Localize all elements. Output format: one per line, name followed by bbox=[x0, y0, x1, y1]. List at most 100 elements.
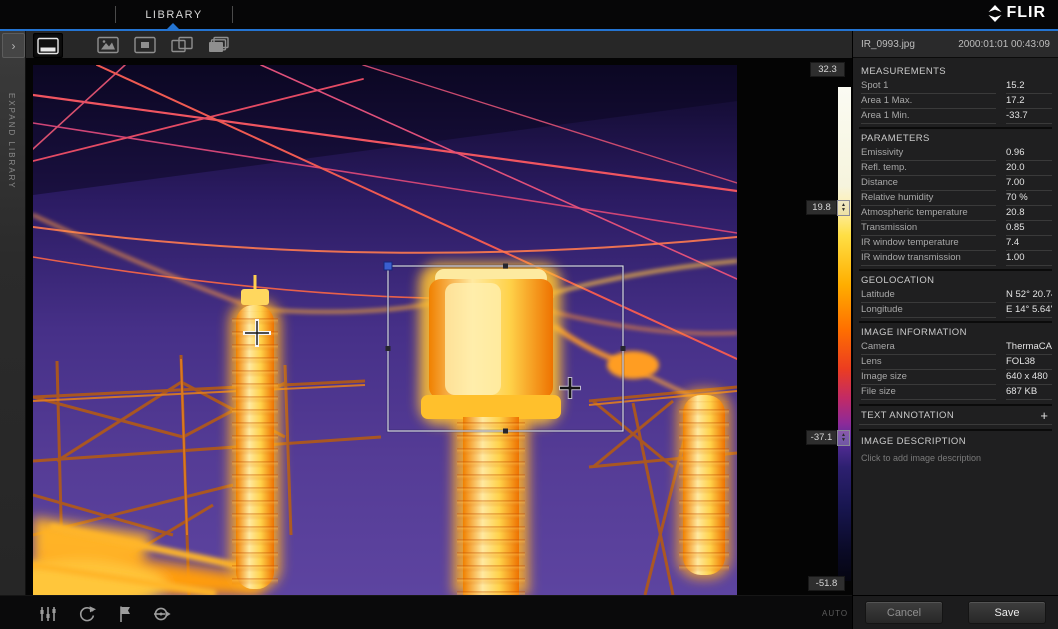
measurement-value: 17.2 bbox=[1006, 95, 1052, 109]
spinner-down-icon: ▼ bbox=[841, 208, 846, 213]
image-info-value: 640 x 480 bbox=[1006, 371, 1052, 385]
add-annotation-button[interactable]: + bbox=[1040, 411, 1050, 421]
locate-icon bbox=[152, 604, 172, 624]
flir-logo-text: FLIR bbox=[1006, 4, 1046, 22]
measurement-label: Spot 1 bbox=[861, 80, 996, 94]
parameter-label: IR window transmission bbox=[861, 252, 996, 266]
parameters-section: PARAMETERS Emissivity 0.96 Refl. temp. 2… bbox=[859, 127, 1052, 266]
table-row: Refl. temp. 20.0 bbox=[859, 161, 1052, 176]
expand-library-button[interactable]: › bbox=[2, 33, 25, 58]
scale-lower-value[interactable]: -37.1 bbox=[806, 430, 837, 445]
rotate-icon bbox=[77, 604, 97, 624]
parameter-label: Distance bbox=[861, 177, 996, 191]
parameter-label: Relative humidity bbox=[861, 192, 996, 206]
picture-in-picture-icon bbox=[133, 36, 157, 54]
image-info-value: ThermaCAM S bbox=[1006, 341, 1052, 355]
area-corner-handle[interactable] bbox=[384, 262, 392, 270]
tab-library-label: LIBRARY bbox=[145, 9, 202, 21]
view-mode-toolbar bbox=[26, 31, 852, 59]
parameters-title: PARAMETERS bbox=[859, 131, 1052, 146]
measurement-value: -33.7 bbox=[1006, 110, 1052, 124]
image-description-input[interactable]: Click to add image description bbox=[861, 453, 1050, 463]
table-row: Lens FOL38 bbox=[859, 355, 1052, 370]
flir-tools-window: LIBRARY FLIR › EXPAND LIBRARY bbox=[0, 0, 1058, 629]
parameter-value[interactable]: 0.85 bbox=[1006, 222, 1052, 236]
table-row: Emissivity 0.96 bbox=[859, 146, 1052, 161]
ir-view-icon bbox=[36, 37, 60, 55]
table-row: File size 687 KB bbox=[859, 385, 1052, 400]
image-info-value: 687 KB bbox=[1006, 386, 1052, 400]
parameter-label: Refl. temp. bbox=[861, 162, 996, 176]
tab-divider bbox=[232, 6, 233, 23]
expand-library-label: EXPAND LIBRARY bbox=[7, 93, 16, 190]
flir-logo: FLIR bbox=[988, 4, 1046, 22]
measurements-section: MEASUREMENTS Spot 1 15.2 Area 1 Max. 17.… bbox=[859, 62, 1052, 124]
parameter-label: Atmospheric temperature bbox=[861, 207, 996, 221]
table-row: IR window temperature 7.4 bbox=[859, 236, 1052, 251]
adjust-button[interactable] bbox=[36, 603, 60, 625]
ir-view-button[interactable] bbox=[33, 33, 63, 58]
image-info-label: File size bbox=[861, 386, 996, 400]
parameter-value[interactable]: 20.0 bbox=[1006, 162, 1052, 176]
image-information-section: IMAGE INFORMATION Camera ThermaCAM S Len… bbox=[859, 321, 1052, 400]
timestamp: 2000:01:01 00:43:09 bbox=[958, 39, 1050, 50]
photo-view-icon bbox=[96, 36, 120, 54]
photo-view-button[interactable] bbox=[94, 33, 122, 56]
table-row: Transmission 0.85 bbox=[859, 221, 1052, 236]
parameter-value[interactable]: 70 % bbox=[1006, 192, 1052, 206]
gallery-view-button[interactable] bbox=[205, 33, 233, 56]
panel-footer: Cancel Save bbox=[853, 595, 1058, 629]
image-info-label: Image size bbox=[861, 371, 996, 385]
table-row: Area 1 Min. -33.7 bbox=[859, 109, 1052, 124]
cancel-button[interactable]: Cancel bbox=[865, 601, 943, 624]
geolocation-label: Longitude bbox=[861, 304, 996, 318]
geolocation-label: Latitude bbox=[861, 289, 996, 303]
measurement-value: 15.2 bbox=[1006, 80, 1052, 94]
text-annotation-title: TEXT ANNOTATION bbox=[861, 410, 954, 421]
parameter-value[interactable]: 7.00 bbox=[1006, 177, 1052, 191]
chevron-right-icon: › bbox=[12, 39, 16, 53]
temperature-scale-bar[interactable] bbox=[838, 87, 851, 581]
parameter-value[interactable]: 1.00 bbox=[1006, 252, 1052, 266]
image-info-label: Lens bbox=[861, 356, 996, 370]
save-button[interactable]: Save bbox=[968, 601, 1046, 624]
image-info-label: Camera bbox=[861, 341, 996, 355]
library-sidebar-collapsed: › EXPAND LIBRARY bbox=[0, 31, 26, 595]
image-description-title: IMAGE DESCRIPTION bbox=[861, 436, 1050, 447]
measurements-title: MEASUREMENTS bbox=[859, 64, 1052, 79]
scale-max-label: 32.3 bbox=[810, 62, 845, 77]
image-description-section: IMAGE DESCRIPTION Click to add image des… bbox=[859, 429, 1052, 463]
scale-upper-value[interactable]: 19.8 bbox=[806, 200, 837, 215]
scale-min-label: -51.8 bbox=[808, 576, 845, 591]
table-row: Relative humidity 70 % bbox=[859, 191, 1052, 206]
table-row: Image size 640 x 480 bbox=[859, 370, 1052, 385]
fusion-view-icon bbox=[170, 36, 194, 54]
flag-icon bbox=[116, 604, 136, 624]
parameter-label: Emissivity bbox=[861, 147, 996, 161]
scale-upper-spinner[interactable]: ▲ ▼ bbox=[837, 200, 850, 216]
spinner-down-icon: ▼ bbox=[841, 438, 846, 443]
parameter-value[interactable]: 20.8 bbox=[1006, 207, 1052, 221]
table-row: Distance 7.00 bbox=[859, 176, 1052, 191]
image-toolbar: AUTO bbox=[0, 595, 852, 629]
flag-button[interactable] bbox=[114, 603, 138, 625]
parameter-value[interactable]: 7.4 bbox=[1006, 237, 1052, 251]
geolocation-value: E 14° 5.64' bbox=[1006, 304, 1052, 318]
scale-lower-spinner[interactable]: ▲ ▼ bbox=[837, 430, 850, 446]
fusion-view-button[interactable] bbox=[168, 33, 196, 56]
rotate-button[interactable] bbox=[75, 603, 99, 625]
parameter-value[interactable]: 0.96 bbox=[1006, 147, 1052, 161]
table-row: Atmospheric temperature 20.8 bbox=[859, 206, 1052, 221]
flir-compass-icon bbox=[988, 5, 1002, 22]
table-row: Longitude E 14° 5.64' bbox=[859, 303, 1052, 318]
auto-scale-label[interactable]: AUTO bbox=[822, 609, 848, 618]
geolocation-value: N 52° 20.74' bbox=[1006, 289, 1052, 303]
text-annotation-section: TEXT ANNOTATION + bbox=[859, 404, 1052, 425]
table-row: Latitude N 52° 20.74' bbox=[859, 288, 1052, 303]
picture-in-picture-button[interactable] bbox=[131, 33, 159, 56]
image-info-value: FOL38 bbox=[1006, 356, 1052, 370]
locate-button[interactable] bbox=[150, 603, 174, 625]
adjust-icon bbox=[38, 604, 58, 624]
table-row: Spot 1 15.2 bbox=[859, 79, 1052, 94]
thermal-image[interactable] bbox=[33, 65, 737, 595]
